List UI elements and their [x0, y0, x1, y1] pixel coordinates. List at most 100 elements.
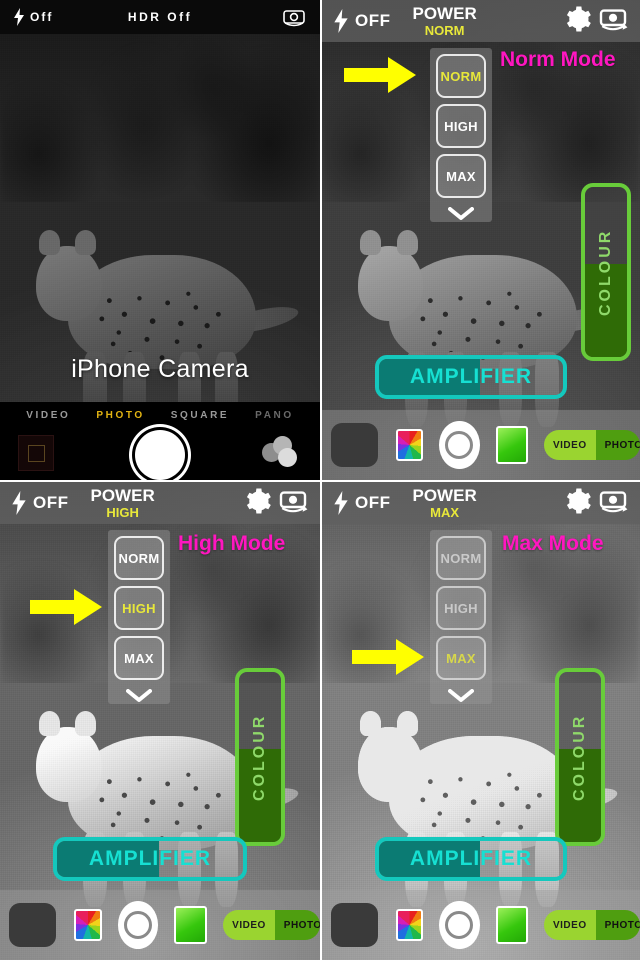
colour-slider-label: COLOUR — [251, 713, 268, 801]
video-photos-toggle[interactable]: VIDEO PHOTOS — [543, 910, 640, 940]
app-flash-label-high: OFF — [33, 493, 69, 512]
amplifier-slider-max[interactable]: AMPLIFIER — [375, 837, 567, 881]
green-filter-icon[interactable] — [495, 906, 528, 944]
power-mode-stack-norm[interactable]: NORM HIGH MAX — [430, 48, 492, 222]
app-header-norm: OFF POWER NORM — [322, 0, 640, 42]
power-indicator-max[interactable]: POWER MAX — [413, 487, 477, 519]
toggle-photos-option[interactable]: PHOTOS — [595, 430, 640, 460]
chevron-down-icon[interactable] — [448, 689, 474, 702]
right-arrow-icon — [352, 639, 424, 675]
power-mode-stack-high[interactable]: NORM HIGH MAX — [108, 530, 170, 704]
mode-caption-max: Max Mode — [502, 532, 604, 555]
mode-caption-high: High Mode — [178, 532, 286, 555]
mode-caption-norm: Norm Mode — [500, 48, 616, 71]
toggle-photos-option[interactable]: PHOTOS — [274, 910, 320, 940]
last-photo-thumbnail[interactable] — [331, 903, 378, 947]
app-bottom-bar-norm: VIDEO PHOTOS — [322, 410, 640, 480]
panel-max-mode: OFF POWER MAX NORM HIGH MAX Max Mode COL… — [320, 480, 640, 960]
power-indicator-norm[interactable]: POWER NORM — [413, 5, 477, 37]
last-photo-thumbnail[interactable] — [9, 903, 57, 947]
colour-slider-high[interactable]: COLOUR — [235, 668, 285, 846]
ios-filters-icon[interactable] — [262, 436, 302, 470]
chevron-down-icon[interactable] — [448, 207, 474, 220]
mode-button-high[interactable]: HIGH — [114, 586, 164, 630]
video-photos-toggle[interactable]: VIDEO PHOTOS — [223, 910, 320, 940]
amplifier-slider-label: AMPLIFIER — [88, 847, 212, 870]
right-arrow-icon — [30, 589, 102, 625]
green-filter-icon[interactable] — [495, 426, 528, 464]
gear-icon[interactable] — [562, 4, 592, 39]
flash-bolt-icon — [14, 8, 24, 26]
app-flash-control-max[interactable]: OFF — [334, 491, 391, 515]
screenshot-grid: Off HDR Off iPhone Camera VIDEO PHOTO SQ… — [0, 0, 640, 960]
colour-slider-label: COLOUR — [571, 713, 588, 801]
shutter-button[interactable] — [117, 901, 159, 949]
chevron-down-icon[interactable] — [126, 689, 152, 702]
power-indicator-high[interactable]: POWER HIGH — [91, 487, 155, 519]
toggle-video-option[interactable]: VIDEO — [223, 910, 275, 940]
toggle-photos-option[interactable]: PHOTOS — [595, 910, 640, 940]
app-flash-control-norm[interactable]: OFF — [334, 9, 391, 33]
colour-slider-norm[interactable]: COLOUR — [581, 183, 631, 361]
colour-slider-label: COLOUR — [597, 228, 614, 316]
shutter-button[interactable] — [439, 421, 480, 469]
video-photos-toggle[interactable]: VIDEO PHOTOS — [543, 430, 640, 460]
mode-button-max[interactable]: MAX — [114, 636, 164, 680]
power-value-max: MAX — [430, 505, 460, 520]
ios-last-photo-thumbnail[interactable] — [18, 435, 54, 471]
camera-flip-icon[interactable] — [598, 489, 628, 518]
right-arrow-icon — [344, 57, 416, 93]
power-label-max: POWER — [412, 486, 477, 505]
mode-button-high[interactable]: HIGH — [436, 586, 486, 630]
colour-wheel-icon[interactable] — [395, 909, 424, 941]
app-header-max: OFF POWER MAX — [322, 482, 640, 524]
mode-button-high[interactable]: HIGH — [436, 104, 486, 148]
power-label-high: POWER — [90, 486, 155, 505]
mode-button-max[interactable]: MAX — [436, 154, 486, 198]
app-bottom-bar-max: VIDEO PHOTOS — [322, 890, 640, 960]
ios-mode-selector[interactable]: VIDEO PHOTO SQUARE PANO — [0, 402, 320, 421]
green-filter-icon[interactable] — [174, 906, 208, 944]
camera-flip-icon[interactable] — [598, 7, 628, 36]
ios-hdr-label[interactable]: HDR Off — [128, 10, 192, 24]
colour-wheel-icon[interactable] — [395, 429, 424, 461]
app-flash-label-norm: OFF — [355, 11, 391, 30]
camera-flip-icon[interactable] — [278, 489, 308, 518]
power-label-norm: POWER — [412, 4, 477, 23]
ios-mode-square[interactable]: SQUARE — [171, 410, 229, 421]
app-header-high: OFF POWER HIGH — [0, 482, 320, 524]
flash-bolt-icon — [12, 491, 26, 515]
shutter-button[interactable] — [439, 901, 480, 949]
ios-mode-video[interactable]: VIDEO — [26, 410, 70, 421]
ios-mode-pano[interactable]: PANO — [255, 410, 294, 421]
colour-slider-max[interactable]: COLOUR — [555, 668, 605, 846]
panel-norm-mode: OFF POWER NORM NORM HIGH MAX Norm Mode C… — [320, 0, 640, 480]
ios-flash-label: Off — [30, 10, 54, 24]
iphone-camera-caption: iPhone Camera — [71, 355, 249, 383]
mode-button-norm[interactable]: NORM — [436, 54, 486, 98]
amplifier-slider-label: AMPLIFIER — [409, 847, 533, 870]
mode-button-norm[interactable]: NORM — [436, 536, 486, 580]
ios-camera-bottom-bar: VIDEO PHOTO SQUARE PANO — [0, 402, 320, 480]
panel-high-mode: OFF POWER HIGH NORM HIGH MAX High Mode C… — [0, 480, 320, 960]
toggle-video-option[interactable]: VIDEO — [543, 910, 596, 940]
ios-mode-photo[interactable]: PHOTO — [96, 410, 144, 421]
power-value-norm: NORM — [424, 23, 465, 38]
mode-button-max[interactable]: MAX — [436, 636, 486, 680]
app-flash-label-max: OFF — [355, 493, 391, 512]
colour-wheel-icon[interactable] — [74, 909, 102, 941]
amplifier-slider-high[interactable]: AMPLIFIER — [53, 837, 247, 881]
amplifier-slider-norm[interactable]: AMPLIFIER — [375, 355, 567, 399]
power-mode-stack-max[interactable]: NORM HIGH MAX — [430, 530, 492, 704]
gear-icon[interactable] — [562, 486, 592, 521]
last-photo-thumbnail[interactable] — [331, 423, 378, 467]
gear-icon[interactable] — [242, 486, 272, 521]
camera-flip-icon[interactable] — [282, 7, 306, 32]
ios-flash-control[interactable]: Off — [14, 8, 53, 26]
toggle-video-option[interactable]: VIDEO — [543, 430, 596, 460]
app-flash-control-high[interactable]: OFF — [12, 491, 69, 515]
ios-shutter-button[interactable] — [135, 430, 185, 480]
panel-iphone-camera: Off HDR Off iPhone Camera VIDEO PHOTO SQ… — [0, 0, 320, 480]
app-bottom-bar-high: VIDEO PHOTOS — [0, 890, 320, 960]
mode-button-norm[interactable]: NORM — [114, 536, 164, 580]
